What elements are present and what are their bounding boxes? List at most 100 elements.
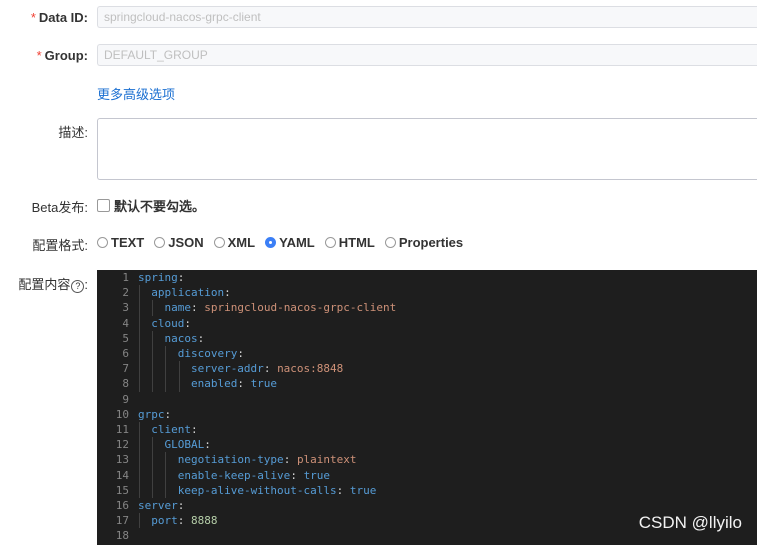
yaml-separator: : [177,499,185,512]
indent-guide [139,513,140,529]
code-text: discovery: [178,346,244,361]
radio-button[interactable] [154,237,166,248]
code-line: 18 [97,528,757,543]
yaml-separator: : [237,377,251,391]
code-line: 16 server: [97,498,757,513]
description-textarea[interactable] [97,118,757,180]
indent-guide [139,330,140,346]
line-number: 2 [122,286,129,300]
question-circle-icon[interactable]: ? [71,280,85,293]
yaml-separator: : [164,407,172,421]
format-option-xml[interactable]: XML [213,235,256,250]
yaml-separator: : [177,271,185,284]
code-text: keep-alive-without-calls: true [178,483,377,498]
yaml-key: server [138,499,178,512]
beta-checkbox-row[interactable]: 默认不要勾选。 [97,196,205,215]
indent-guide [152,361,154,377]
yaml-separator: : [197,331,205,345]
beta-checkbox[interactable] [97,199,110,212]
line-number: 17 [115,514,129,528]
indent-guide [139,452,140,468]
format-option-label: Properties [398,235,464,250]
data-id-input[interactable]: springcloud-nacos-grpc-client [97,6,757,28]
beta-label: Beta发布: [31,200,88,215]
yaml-key: spring [138,271,178,284]
yaml-value: true [250,377,278,391]
format-option-label: JSON [168,235,204,250]
yaml-key: negotiation-type [177,453,284,467]
line-number: 10 [115,407,129,421]
yaml-key: server-addr [190,362,264,376]
line-number: 7 [122,362,129,376]
format-option-json[interactable]: JSON [154,235,204,250]
code-text: spring: [138,270,184,285]
yaml-separator: : [204,438,211,452]
indent-guide [139,482,140,498]
required-mark: * [30,10,36,25]
radio-button[interactable] [324,237,336,248]
code-line: 7 server-addr: nacos:8848 [97,361,757,377]
advanced-options-link[interactable]: 更多高级选项 [97,84,175,103]
yaml-separator: : [336,483,350,497]
data-id-label: * Data ID: [30,10,88,25]
yaml-separator: : [263,362,278,376]
code-text: enabled: true [191,376,277,391]
indent-guide [152,346,154,362]
indent-guide [165,482,167,498]
code-text: name: springcloud-nacos-grpc-client [164,300,396,315]
indent-guide [139,422,140,438]
yaml-key: keep-alive-without-calls [177,483,337,497]
line-number: 4 [122,316,129,330]
yaml-key: nacos [164,331,198,345]
indent-guide [152,452,154,468]
yaml-key: application [151,286,225,300]
yaml-value: true [349,483,377,497]
format-option-html[interactable]: HTML [324,235,375,250]
format-option-label: XML [227,235,256,250]
radio-button[interactable] [265,237,277,248]
line-number: 5 [122,331,129,345]
format-option-properties[interactable]: Properties [384,235,464,250]
indent-guide [139,346,140,362]
radio-button[interactable] [97,237,108,248]
indent-guide [139,376,140,392]
code-line: 8 enabled: true [97,376,757,392]
yaml-key: name [164,301,191,315]
content-label: 配置内容?: [18,277,88,293]
format-option-text[interactable]: TEXT [97,235,144,250]
yaml-key: discovery [177,347,238,360]
radio-button[interactable] [384,237,396,248]
yaml-separator: : [224,286,231,300]
line-number: 16 [115,499,129,512]
line-number: 3 [122,301,129,315]
code-line: 3 name: springcloud-nacos-grpc-client [97,300,757,316]
yaml-separator: : [190,301,205,315]
code-line: 15 keep-alive-without-calls: true [97,482,757,498]
code-text: client: [151,422,197,437]
yaml-value: 8888 [190,514,218,528]
indent-guide [178,361,180,377]
indent-guide [139,361,140,377]
yaml-separator: : [237,347,244,360]
code-line: 9 [97,392,757,407]
line-number: 13 [115,453,129,467]
group-input[interactable]: DEFAULT_GROUP [97,44,757,66]
indent-guide [152,437,154,453]
indent-guide [178,376,180,392]
yaml-key: port [151,514,178,528]
indent-guide [165,361,167,377]
radio-button[interactable] [213,237,225,248]
code-text: GLOBAL: [164,437,210,452]
line-number: 15 [115,483,129,497]
line-number: 1 [122,271,129,284]
code-line: 11 client: [97,422,757,438]
format-option-yaml[interactable]: YAML [265,235,315,250]
indent-guide [139,285,140,301]
code-text: cloud: [151,316,191,331]
yaml-key: client [151,423,191,436]
code-line: 14 enable-keep-alive: true [97,467,757,483]
indent-guide [165,376,167,392]
indent-guide [165,467,167,483]
code-text: negotiation-type: plaintext [178,452,357,467]
code-editor[interactable]: CSDN @llyilo 1 spring: 2 application: 3 name:… [97,270,757,545]
